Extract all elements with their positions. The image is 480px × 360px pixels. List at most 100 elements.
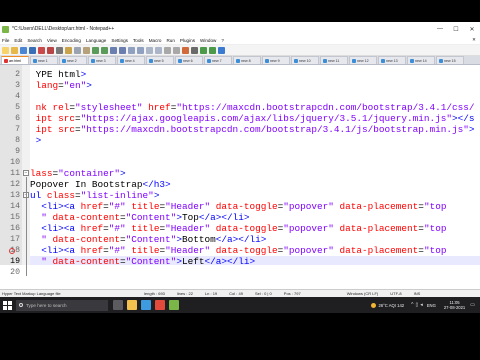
code-text-area[interactable]: YPE html> lang="en"> nk rel="stylesheet"… [30,65,480,265]
tab-new-11[interactable]: new 11 [320,56,348,64]
replace-icon[interactable] [119,46,126,54]
file-explorer-icon[interactable] [127,300,137,310]
tab-new-13[interactable]: new 13 [378,56,406,64]
menu-search[interactable]: Search [27,38,42,43]
print-icon[interactable] [56,46,63,54]
weather-widget[interactable]: 26°C AQI 142 [371,302,404,308]
volume-icon[interactable]: ◂ [420,302,423,308]
code-token: href [75,245,104,256]
menu-file[interactable]: File [2,38,9,43]
maximize-button[interactable]: ☐ [448,22,464,36]
tab-label: new 5 [154,58,164,63]
code-line: <li><a href="#" title="Header" data-togg… [30,245,480,256]
cut-icon[interactable] [65,46,72,54]
chrome-browser-icon[interactable] [155,300,165,310]
sync-scroll-icon[interactable] [146,46,153,54]
code-token: "top [423,245,447,256]
network-icon[interactable]: ▯ [415,302,418,308]
language-indicator[interactable]: ENG [427,303,436,308]
close-icon[interactable] [38,46,45,54]
tab-new-4[interactable]: new 4 [117,56,145,64]
save-all-icon[interactable] [29,46,36,54]
status-eol: Windows (CR LF) [346,291,379,296]
menu-settings[interactable]: Settings [111,38,128,43]
clock[interactable]: 11:05 27-08-2021 [444,300,465,310]
tab-new-14[interactable]: new 14 [407,56,435,64]
record-macro-icon[interactable] [182,46,189,54]
menu-macro[interactable]: Macro [149,38,162,43]
notepadpp-taskbar-icon[interactable] [169,300,179,310]
menu-window[interactable]: Window [200,38,216,43]
tab-new-2[interactable]: new 2 [59,56,87,64]
menu-view[interactable]: View [47,38,57,43]
code-token: "container" [58,168,121,179]
status-length: length : 693 [144,291,165,296]
tab-new-9[interactable]: new 9 [262,56,290,64]
zoom-out-icon[interactable] [137,46,144,54]
indent-guide-icon[interactable] [173,46,180,54]
play-macro-icon[interactable] [200,46,207,54]
code-token: > [80,69,87,80]
stop-macro-icon[interactable] [191,46,198,54]
tab-new-10[interactable]: new 10 [291,56,319,64]
redo-icon[interactable] [101,46,108,54]
word-wrap-icon[interactable] [155,46,162,54]
minimize-button[interactable]: — [432,22,448,36]
chevron-up-icon[interactable]: ^ [411,302,413,308]
tab-new-5[interactable]: new 5 [146,56,174,64]
menu-bar: File Edit Search View Encoding Language … [0,36,480,45]
sun-icon [371,302,377,308]
tab-arr-html[interactable]: arr.html [1,56,29,64]
find-icon[interactable] [110,46,117,54]
close-document-icon[interactable]: ✕ [472,37,476,43]
new-file-icon[interactable] [2,46,9,54]
undo-icon[interactable] [92,46,99,54]
code-token: title [125,223,160,234]
close-all-icon[interactable] [47,46,54,54]
menu-plugins[interactable]: Plugins [180,38,195,43]
line-number: 11 [10,169,20,178]
tab-new-12[interactable]: new 12 [349,56,377,64]
tab-label: new 14 [415,58,427,63]
tab-new-7[interactable]: new 7 [204,56,232,64]
saved-file-icon [236,58,240,63]
save-macro-icon[interactable] [218,46,225,54]
code-token: data-toggle [210,201,278,212]
tab-new-6[interactable]: new 6 [175,56,203,64]
code-token: " [30,256,47,265]
task-view-icon[interactable] [113,300,123,310]
tab-new-1[interactable]: new 1 [30,56,58,64]
zoom-in-icon[interactable] [128,46,135,54]
paste-icon[interactable] [83,46,90,54]
edge-browser-icon[interactable] [141,300,151,310]
menu-help[interactable]: ? [221,38,224,43]
code-token: "Content" [125,212,177,223]
tab-new-8[interactable]: new 8 [233,56,261,64]
code-token: "top [423,223,447,234]
code-line: ipt src="https://ajax.googleapis.com/aja… [30,113,480,124]
code-line: " data-content="Content">Bottom</a></li> [30,234,480,245]
close-button[interactable]: ✕ [464,22,480,36]
tab-label: new 2 [67,58,77,63]
line-number-gutter[interactable]: 234567891011−1213−14151617181920 [0,65,30,277]
menu-language[interactable]: Language [86,38,106,43]
code-line: " data-content="Content">Top</a></li> [30,212,480,223]
menu-tools[interactable]: Tools [133,38,144,43]
show-all-chars-icon[interactable] [164,46,171,54]
run-macro-multiple-icon[interactable] [209,46,216,54]
tab-new-3[interactable]: new 3 [88,56,116,64]
menu-edit[interactable]: Edit [14,38,22,43]
code-token: "Header" [165,245,211,256]
taskbar-search-box[interactable]: Type here to search [16,299,108,311]
code-token: </a></li> [204,256,256,265]
fold-toggle-icon[interactable]: − [23,170,29,176]
menu-encoding[interactable]: Encoding [62,38,81,43]
windows-start-icon[interactable] [3,300,12,310]
notification-icon[interactable]: ▭ [470,302,475,308]
tab-new-15[interactable]: new 15 [436,56,464,64]
copy-icon[interactable] [74,46,81,54]
save-icon[interactable] [20,46,27,54]
open-file-icon[interactable] [11,46,18,54]
menu-run[interactable]: Run [166,38,174,43]
status-file-type: Hyper Text Markup Language file [2,291,61,296]
